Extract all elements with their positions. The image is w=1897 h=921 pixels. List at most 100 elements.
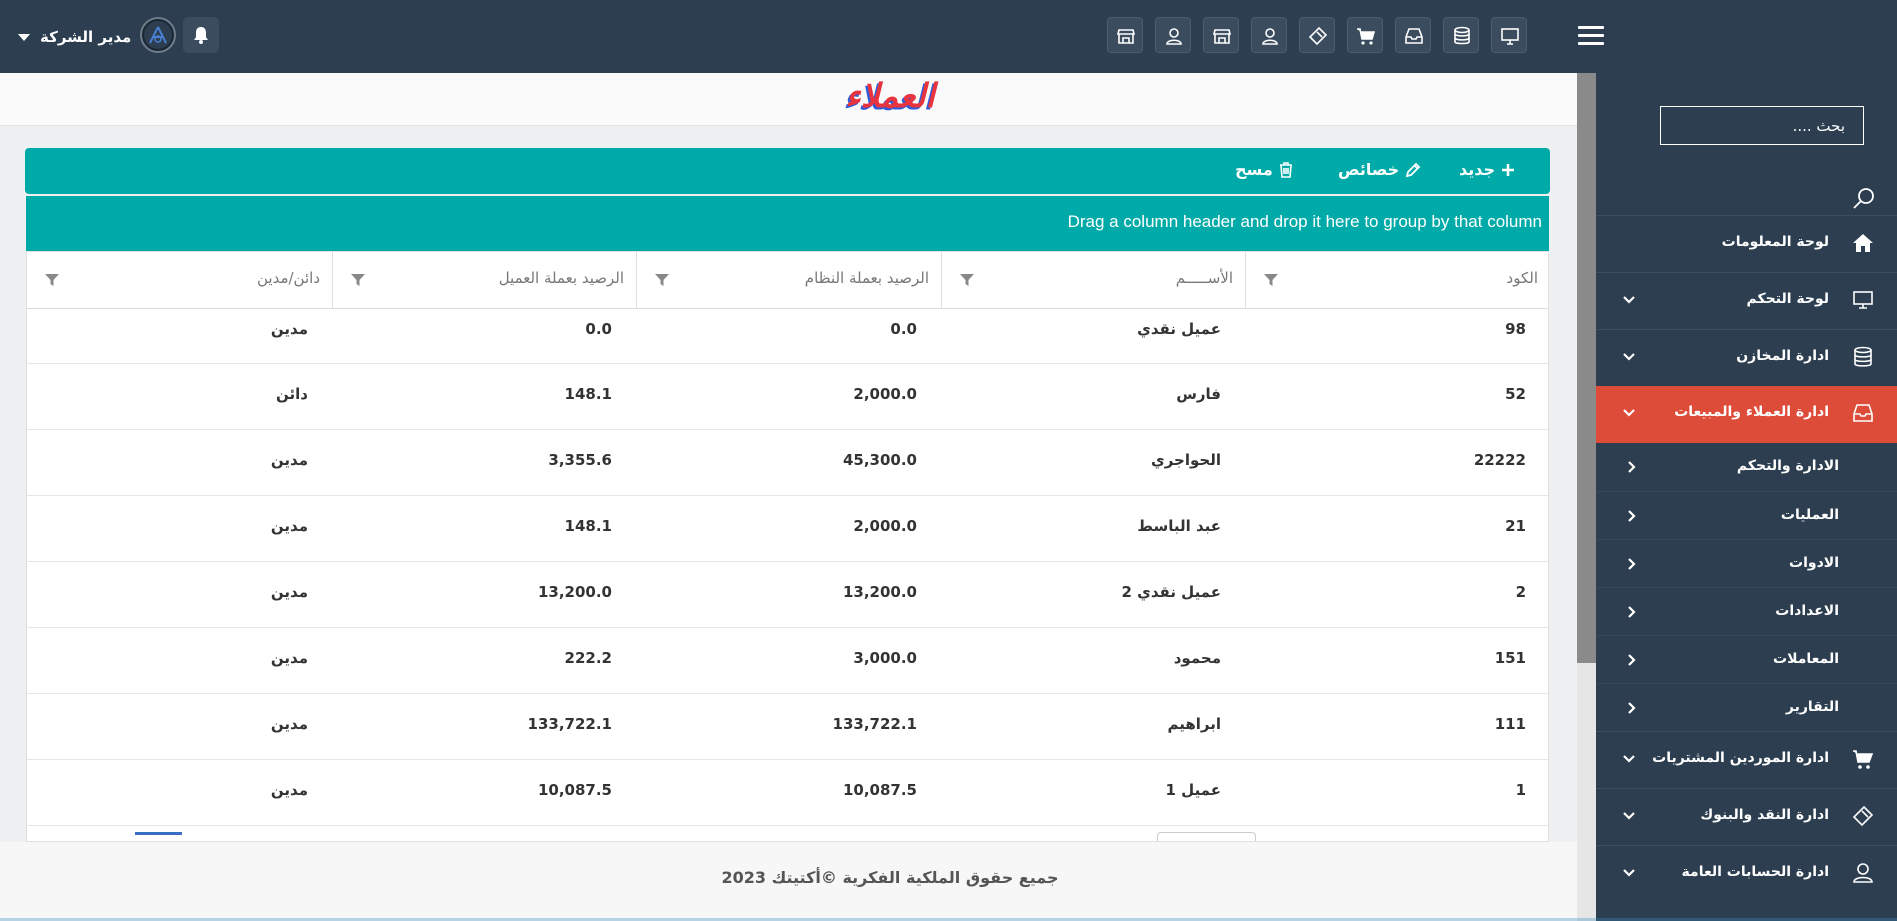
cell-credit-debit: مدين — [27, 562, 332, 627]
sidebar-subitem-admin-control[interactable]: الادارة والتحكم — [1596, 443, 1897, 491]
cell-customer-balance: 148.1 — [332, 496, 636, 561]
desktop-button[interactable] — [1491, 17, 1527, 53]
store-button[interactable] — [1203, 17, 1239, 53]
cell-credit-debit: مدين — [27, 760, 332, 825]
cart-icon — [1853, 750, 1874, 769]
table-row[interactable]: 52 فارس 2,000.0 148.1 دائن — [27, 364, 1548, 430]
cell-credit-debit: مدين — [27, 694, 332, 759]
desktop-icon — [1853, 291, 1873, 309]
cell-value: 1 — [1515, 781, 1526, 799]
notifications-button[interactable] — [183, 17, 219, 53]
cell-value: 13,200.0 — [537, 583, 612, 601]
group-by-panel[interactable]: Drag a column header and drop it here to… — [26, 196, 1549, 251]
column-header-system-balance[interactable]: الرصيد بعملة النظام — [636, 252, 941, 309]
user-menu[interactable]: مدير الشركة — [18, 22, 131, 52]
main-content: العملاء جديد خصائص مسح Drag a column hea… — [0, 73, 1577, 842]
page-title: العملاء — [845, 76, 935, 115]
search-icon[interactable] — [1852, 186, 1876, 210]
sidebar-item-dashboard[interactable]: لوحة المعلومات — [1596, 215, 1897, 272]
sidebar-item-control-panel[interactable]: لوحة التحكم — [1596, 272, 1897, 329]
table-row[interactable]: 21 عبد الباسط 2,000.0 148.1 مدين — [27, 496, 1548, 562]
page-size-select[interactable] — [1157, 832, 1256, 841]
home-icon — [1853, 234, 1873, 252]
chevron-right-icon — [1628, 702, 1636, 714]
cell-code: 22222 — [1245, 430, 1548, 495]
cell-credit-debit: دائن — [27, 364, 332, 429]
sidebar-search-input[interactable] — [1660, 106, 1864, 145]
cell-value: 151 — [1494, 649, 1526, 667]
cell-system-balance: 2,000.0 — [636, 364, 941, 429]
sidebar-subitem-tools[interactable]: الادوات — [1596, 539, 1897, 587]
column-header-code[interactable]: الكود — [1245, 252, 1548, 309]
user-icon — [1262, 28, 1278, 45]
sidebar-subitem-reports[interactable]: التقارير — [1596, 683, 1897, 731]
cell-system-balance: 133,722.1 — [636, 694, 941, 759]
cell-value: مدين — [270, 517, 308, 535]
cell-value: 0.0 — [890, 320, 917, 338]
cell-value: 133,722.1 — [527, 715, 612, 733]
cell-value: عبد الباسط — [1137, 517, 1221, 535]
pager-indicator[interactable] — [135, 832, 182, 835]
group-hint: Drag a column header and drop it here to… — [1067, 212, 1542, 231]
column-header-name[interactable]: الأســـــم — [941, 252, 1245, 309]
cell-credit-debit: مدين — [27, 628, 332, 693]
scrollbar-thumb[interactable] — [1577, 73, 1596, 663]
trash-icon — [1279, 161, 1292, 178]
user-button[interactable] — [1251, 17, 1287, 53]
sidebar-item-general-accounts[interactable]: ادارة الحسابات العامة — [1596, 845, 1897, 902]
menu-toggle-button[interactable] — [1578, 26, 1604, 46]
sidebar-item-customers-sales[interactable]: ادارة العملاء والمبيعات — [1596, 386, 1897, 443]
cell-system-balance: 0.0 — [636, 309, 941, 363]
table-row[interactable]: 22222 الحواجري 45,300.0 3,355.6 مدين — [27, 430, 1548, 496]
database-button[interactable] — [1443, 17, 1479, 53]
cart-icon — [1357, 28, 1376, 45]
filter-icon[interactable] — [351, 273, 365, 287]
table-row[interactable]: 111 ابراهيم 133,722.1 133,722.1 مدين — [27, 694, 1548, 760]
store-button[interactable] — [1107, 17, 1143, 53]
cell-credit-debit: مدين — [27, 430, 332, 495]
cell-value: عميل نقدي — [1137, 320, 1221, 338]
user-button[interactable] — [1155, 17, 1191, 53]
filter-icon[interactable] — [45, 273, 59, 287]
column-header-customer-balance[interactable]: الرصيد بعملة العميل — [332, 252, 636, 309]
column-header-credit-debit[interactable]: دائن/مدين — [27, 252, 332, 309]
sidebar-item-warehouses[interactable]: ادارة المخازن — [1596, 329, 1897, 386]
cell-customer-balance: 133,722.1 — [332, 694, 636, 759]
cell-name: الحواجري — [941, 430, 1245, 495]
sidebar-subitem-operations[interactable]: العمليات — [1596, 491, 1897, 539]
properties-button[interactable]: خصائص — [1338, 160, 1421, 179]
filter-icon[interactable] — [655, 273, 669, 287]
top-navbar: مدير الشركة — [0, 0, 1897, 73]
delete-button[interactable]: مسح — [1235, 160, 1293, 179]
sidebar-subitem-settings[interactable]: الاعدادات — [1596, 587, 1897, 635]
filter-icon[interactable] — [1264, 273, 1278, 287]
ticket-button[interactable] — [1299, 17, 1335, 53]
cell-value: دائن — [276, 385, 308, 403]
table-row[interactable]: 1 عميل 1 10,087.5 10,087.5 مدين — [27, 760, 1548, 826]
table-row[interactable]: 98 عميل نقدي 0.0 0.0 مدين — [27, 309, 1548, 364]
cell-customer-balance: 222.2 — [332, 628, 636, 693]
cell-name: عميل 1 — [941, 760, 1245, 825]
desktop-icon — [1501, 28, 1519, 45]
cell-value: 148.1 — [564, 517, 612, 535]
sidebar-item-cash-banks[interactable]: ادارة النقد والبنوك — [1596, 788, 1897, 845]
avatar[interactable] — [140, 17, 176, 53]
database-icon — [1454, 26, 1470, 45]
sidebar-subitem-transactions[interactable]: المعاملات — [1596, 635, 1897, 683]
cell-value: محمود — [1173, 649, 1221, 667]
table-row[interactable]: 2 عميل نقدي 2 13,200.0 13,200.0 مدين — [27, 562, 1548, 628]
chevron-right-icon — [1628, 606, 1636, 618]
cell-customer-balance: 10,087.5 — [332, 760, 636, 825]
cell-value: ابراهيم — [1167, 715, 1221, 733]
new-button[interactable]: جديد — [1459, 160, 1515, 179]
cell-value: مدين — [270, 451, 308, 469]
database-icon — [1854, 346, 1872, 367]
cell-customer-balance: 0.0 — [332, 309, 636, 363]
filter-icon[interactable] — [960, 273, 974, 287]
sidebar-item-suppliers-purchases[interactable]: ادارة الموردين المشتريات — [1596, 731, 1897, 788]
table-row[interactable]: 151 محمود 3,000.0 222.2 مدين — [27, 628, 1548, 694]
cart-button[interactable] — [1347, 17, 1383, 53]
inbox-button[interactable] — [1395, 17, 1431, 53]
cell-name: ابراهيم — [941, 694, 1245, 759]
chevron-down-icon — [1623, 409, 1635, 417]
